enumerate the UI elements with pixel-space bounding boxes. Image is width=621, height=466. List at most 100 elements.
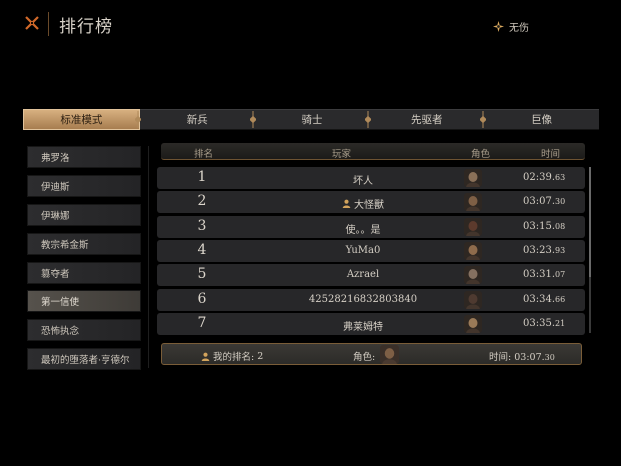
rank-cell: 1: [197, 169, 207, 185]
rank-cell: 6: [197, 290, 207, 307]
time-ms: 63: [555, 173, 566, 182]
rank-cell: 2: [197, 193, 207, 210]
column-header-role: 角色: [471, 149, 491, 160]
boss-item-usurper[interactable]: 篡夺者: [27, 261, 141, 284]
player-cell: 42528216832803840: [247, 294, 479, 305]
tab-separator-ornament: [365, 111, 371, 128]
character-portrait-icon: [464, 169, 482, 187]
table-row[interactable]: 6 42528216832803840 03:34.66: [157, 288, 585, 311]
time-cell: 03:35.21: [523, 318, 565, 329]
time-cell: 03:23.93: [523, 245, 565, 256]
rank-cell: 4: [197, 241, 207, 258]
scroll-thumb[interactable]: [589, 167, 591, 277]
boss-item-dread-obsession[interactable]: 恐怖执念: [27, 319, 141, 342]
leaderboard-header: 排名 玩家 角色 时间: [161, 143, 585, 160]
tab-recruit[interactable]: 新兵: [139, 109, 255, 130]
boss-label: 第一信使: [41, 297, 80, 309]
tab-label: 巨像: [531, 114, 553, 126]
my-time-ms: 30: [544, 353, 555, 362]
time-cell: 03:34.66: [523, 294, 565, 305]
boss-item-first-fallen-handel[interactable]: 最初的堕落者·亨德尔: [27, 348, 141, 370]
character-portrait-icon: [464, 241, 482, 260]
boss-item-first-messenger[interactable]: 第一信使: [27, 290, 141, 313]
header-divider: [48, 12, 49, 36]
table-row[interactable]: 3 使。。是 03:15.08: [157, 215, 585, 238]
time-cell: 03:15.08: [523, 221, 565, 232]
player-cell: 使。。是: [247, 221, 479, 236]
player-name: 大怪獸: [354, 200, 384, 212]
time-ms: 93: [555, 245, 566, 255]
boss-label: 伊琳娜: [41, 210, 70, 222]
tab-knight[interactable]: 骑士: [254, 109, 370, 130]
player-name: 弗莱姆特: [343, 321, 383, 333]
table-row[interactable]: 5 Azrael 03:31.07: [157, 264, 585, 287]
character-portrait-icon: [464, 266, 482, 285]
table-row[interactable]: 4 YuMa0 03:23.93: [157, 239, 585, 262]
boss-label: 教宗希金斯: [41, 239, 89, 251]
compass-star-icon: [493, 21, 504, 32]
tab-colossus[interactable]: 巨像: [484, 109, 599, 130]
my-time-main: 03:07.: [514, 352, 545, 363]
player-cell: YuMa0: [247, 245, 479, 256]
player-cell: Azrael: [247, 269, 479, 280]
time-cell: 02:39.63: [523, 172, 565, 183]
time-cell: 03:07.30: [523, 196, 565, 207]
time-cell: 03:31.07: [523, 269, 565, 280]
tab-label: 新兵: [186, 114, 208, 126]
boss-item-pope-higgins[interactable]: 教宗希金斯: [27, 232, 141, 255]
time-ms: 30: [555, 197, 566, 207]
time-ms: 21: [555, 318, 566, 328]
time-main: 02:39.: [523, 172, 555, 183]
boss-list: 弗罗洛 伊迪斯 伊琳娜 教宗希金斯 篡夺者 第一信使 恐怖执念 最初的堕落者·亨…: [27, 146, 141, 370]
status-indicator: 无伤: [493, 19, 529, 34]
character-portrait-icon: [464, 314, 482, 333]
player-cell: 坏人: [247, 172, 479, 187]
tab-label: 骑士: [301, 114, 323, 126]
boss-item-edith[interactable]: 伊迪斯: [27, 174, 141, 197]
boss-label: 篡夺者: [41, 268, 70, 280]
time-ms: 66: [555, 294, 566, 304]
boss-label: 最初的堕落者·亨德尔: [41, 355, 130, 367]
my-time-label: 时间:: [489, 352, 512, 363]
table-row[interactable]: 7 弗莱姆特 03:35.21: [157, 312, 585, 335]
column-header-player: 玩家: [332, 149, 352, 160]
difficulty-tabs: 标准模式 新兵 骑士 先驱者 巨像: [23, 109, 599, 130]
time-main: 03:07.: [523, 196, 555, 208]
status-label: 无伤: [509, 23, 529, 34]
tab-separator-ornament: [250, 111, 256, 128]
page-title: 排行榜: [59, 17, 113, 37]
player-name: 坏人: [353, 176, 373, 187]
time-ms: 08: [555, 221, 566, 231]
table-row[interactable]: 1 坏人 02:39.63: [157, 167, 585, 189]
close-icon[interactable]: [22, 13, 42, 33]
user-icon: [342, 199, 351, 209]
my-time: 时间: 03:07.30: [489, 349, 555, 363]
boss-label: 弗罗洛: [41, 153, 70, 164]
player-name: 使。。是: [345, 224, 381, 236]
character-portrait-icon: [464, 290, 482, 309]
my-rank-label: 我的排名:: [213, 352, 255, 363]
scrollbar[interactable]: [589, 167, 591, 333]
character-portrait-icon: [380, 345, 399, 364]
boss-item-frolo[interactable]: 弗罗洛: [27, 146, 141, 168]
time-main: 03:31.: [523, 269, 555, 281]
tab-pioneer[interactable]: 先驱者: [369, 109, 485, 130]
time-ms: 07: [555, 270, 566, 280]
character-portrait-icon: [464, 193, 482, 212]
player-name: Azrael: [346, 269, 380, 281]
time-main: 03:23.: [523, 244, 555, 256]
player-cell: 大怪獸: [247, 196, 479, 211]
boss-item-irina[interactable]: 伊琳娜: [27, 203, 141, 226]
sidebar-divider: [148, 146, 149, 368]
rank-cell: 7: [197, 314, 207, 331]
table-row[interactable]: 2 大怪獸 03:07.30: [157, 191, 585, 214]
rank-cell: 5: [197, 266, 207, 283]
column-header-time: 时间: [541, 149, 561, 160]
user-icon: [201, 352, 210, 361]
boss-label: 恐怖执念: [41, 326, 80, 338]
player-cell: 弗莱姆特: [247, 318, 479, 333]
tab-label: 先驱者: [411, 114, 443, 126]
tab-standard-mode[interactable]: 标准模式: [23, 109, 140, 130]
time-main: 03:34.: [523, 293, 555, 305]
my-rank-bar: 我的排名: 2 角色: 时间: 03:07.30: [161, 343, 582, 365]
